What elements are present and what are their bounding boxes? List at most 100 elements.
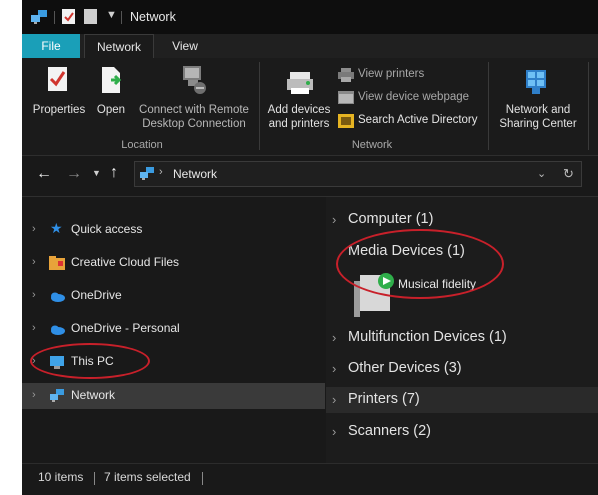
back-arrow-icon[interactable]: ←: [36, 165, 52, 183]
group-chevron-icon[interactable]: ›: [332, 392, 336, 407]
group-header-other-devices[interactable]: › Other Devices (3): [326, 356, 598, 382]
nav-item-onedrive[interactable]: › OneDrive: [22, 283, 325, 309]
status-separator: [94, 472, 95, 485]
properties-label: Properties: [32, 104, 86, 116]
nav-item-label: Network: [71, 388, 116, 402]
status-separator: [202, 472, 203, 485]
file-explorer-window: ▼ Network File Network View Properties O…: [22, 0, 598, 495]
view-device-webpage-label: View device webpage: [358, 91, 470, 103]
address-bar[interactable]: › Network ⌄ ↻: [134, 161, 582, 187]
network-icon: [31, 10, 47, 24]
network-icon: [140, 167, 154, 180]
remote-desktop-label-line2: Desktop Connection: [142, 118, 246, 130]
expand-chevron-icon[interactable]: ›: [32, 389, 36, 401]
group-header-computer[interactable]: › Computer (1): [326, 207, 598, 233]
group-header-multifunction-devices[interactable]: › Multifunction Devices (1): [326, 325, 598, 351]
nav-item-onedrive-personal[interactable]: › OneDrive - Personal: [22, 316, 325, 342]
tab-network[interactable]: Network: [84, 34, 154, 58]
group-label: Printers (7): [348, 391, 420, 407]
customize-quick-access-icon[interactable]: ▼: [106, 9, 117, 21]
add-devices-label-line2: and printers: [268, 118, 330, 130]
search-active-directory-label: Search Active Directory: [358, 114, 478, 126]
ribbon: Properties Open Connect with Remote Desk…: [22, 58, 598, 156]
expand-chevron-icon[interactable]: ›: [32, 256, 36, 268]
group-label: Scanners (2): [348, 423, 432, 439]
remote-desktop-label-line1: Connect with Remote: [139, 104, 249, 116]
annotation-circle-this-pc: [30, 343, 150, 379]
nav-item-label: OneDrive: [71, 288, 122, 302]
refresh-icon[interactable]: ↻: [563, 166, 574, 182]
add-devices-label-line1: Add devices: [267, 104, 331, 116]
group-label: Other Devices (3): [348, 360, 462, 376]
selected-count: 7 items selected: [104, 470, 191, 484]
properties-icon: [48, 67, 67, 91]
up-arrow-icon[interactable]: ↑: [110, 164, 118, 182]
remote-desktop-icon: [183, 66, 206, 94]
group-chevron-icon[interactable]: ›: [332, 361, 336, 376]
nav-item-label: OneDrive - Personal: [71, 321, 180, 335]
search-active-directory-button[interactable]: Search Active Directory: [338, 113, 502, 131]
network-sharing-center-button[interactable]: Network and Sharing Center: [492, 62, 584, 132]
nav-item-label: Quick access: [71, 222, 143, 236]
item-count: 10 items: [38, 470, 84, 484]
navigation-pane: › ★ Quick access › Creative Cloud Files …: [22, 197, 325, 463]
breadcrumb-chevron-icon[interactable]: ›: [159, 166, 163, 178]
printer-icon: [338, 68, 354, 82]
open-button[interactable]: Open: [92, 62, 130, 132]
network-sharing-icon: [526, 70, 546, 94]
navigation-bar: ← → ▼ ↑ › Network ⌄ ↻: [22, 156, 598, 197]
properties-quick-icon[interactable]: [62, 9, 76, 25]
view-device-webpage-button[interactable]: View device webpage: [338, 90, 498, 108]
title-bar: ▼ Network: [22, 0, 598, 34]
tab-view[interactable]: View: [162, 34, 208, 58]
location-group-label: Location: [121, 139, 163, 151]
view-printers-button[interactable]: View printers: [338, 67, 486, 85]
tab-file[interactable]: File: [22, 34, 80, 58]
title-separator: [121, 11, 122, 24]
window-title: Network: [130, 10, 176, 24]
address-path[interactable]: Network: [173, 167, 217, 181]
expand-chevron-icon[interactable]: ›: [32, 289, 36, 301]
network-sharing-label-line2: Sharing Center: [499, 118, 577, 130]
expand-chevron-icon[interactable]: ›: [32, 322, 36, 334]
open-icon: [102, 67, 122, 93]
nav-item-label: Creative Cloud Files: [71, 255, 180, 269]
onedrive-icon: [51, 292, 65, 302]
nav-item-quick-access[interactable]: › ★ Quick access: [22, 217, 325, 243]
view-printers-label: View printers: [358, 68, 425, 80]
ribbon-separator: [488, 62, 489, 150]
recent-locations-chevron-icon[interactable]: ▼: [92, 168, 101, 178]
nav-item-network[interactable]: › Network: [22, 383, 325, 409]
add-devices-icon: [287, 72, 313, 94]
annotation-circle-media-devices: [336, 229, 504, 299]
group-chevron-icon[interactable]: ›: [332, 424, 336, 439]
ribbon-separator: [588, 62, 589, 150]
network-group-label: Network: [351, 139, 393, 151]
ribbon-tabs: File Network View: [22, 34, 598, 58]
nav-item-creative-cloud-files[interactable]: › Creative Cloud Files: [22, 250, 325, 276]
network-icon: [50, 389, 64, 402]
group-chevron-icon[interactable]: ›: [332, 330, 336, 345]
webpage-icon: [338, 91, 354, 104]
group-label: Computer (1): [348, 211, 434, 227]
add-devices-button[interactable]: Add devices and printers: [262, 62, 336, 132]
group-header-scanners[interactable]: › Scanners (2): [326, 419, 598, 445]
address-dropdown-chevron-icon[interactable]: ⌄: [537, 167, 546, 180]
cloud-folder-icon: [49, 256, 65, 270]
star-icon: ★: [50, 220, 63, 236]
network-sharing-label-line1: Network and: [505, 104, 571, 116]
remote-desktop-button[interactable]: Connect with Remote Desktop Connection: [132, 62, 256, 132]
status-bar: 10 items 7 items selected: [22, 463, 598, 495]
directory-icon: [338, 114, 354, 128]
expand-chevron-icon[interactable]: ›: [32, 223, 36, 235]
new-folder-quick-icon[interactable]: [84, 9, 98, 25]
group-header-printers[interactable]: › Printers (7): [326, 387, 598, 413]
properties-button[interactable]: Properties: [30, 62, 88, 132]
ribbon-separator: [259, 62, 260, 150]
onedrive-icon: [51, 325, 65, 335]
group-chevron-icon[interactable]: ›: [332, 212, 336, 227]
title-separator: [54, 11, 55, 24]
open-label: Open: [96, 104, 126, 116]
forward-arrow-icon[interactable]: →: [66, 165, 82, 183]
content-pane: › Computer (1) Media Devices (1) Musical…: [326, 197, 598, 463]
